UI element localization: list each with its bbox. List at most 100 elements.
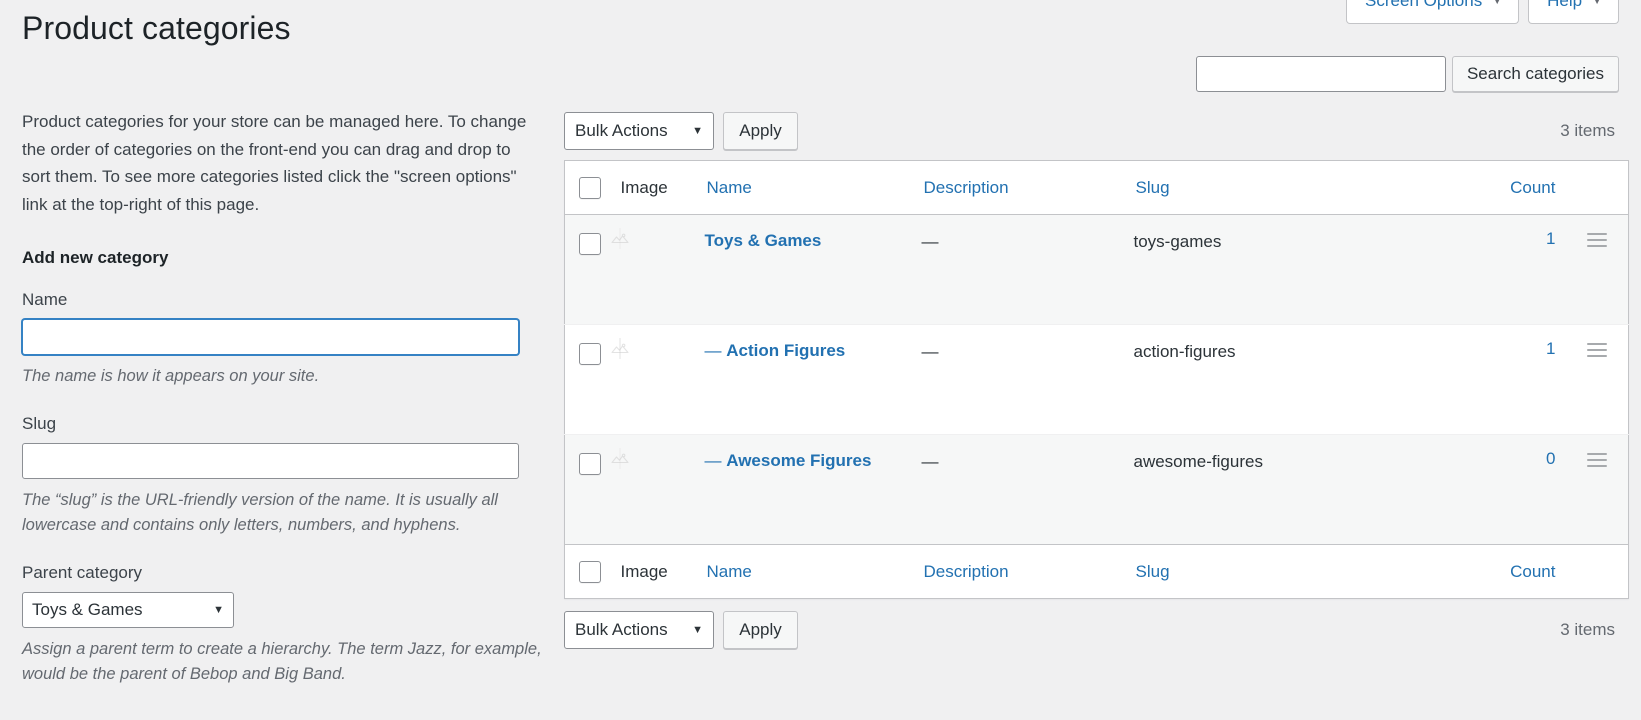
category-name-link[interactable]: Toys & Games (705, 231, 822, 250)
row-handle-cell (1566, 215, 1629, 325)
row-name-cell: — Action Figures (704, 324, 922, 435)
name-input[interactable] (22, 319, 519, 356)
row-checkbox[interactable] (579, 453, 601, 475)
row-count-cell: 1 (1385, 324, 1566, 435)
column-footer-slug[interactable]: Slug (1133, 544, 1386, 599)
row-handle-cell (1565, 434, 1628, 545)
parent-category-label: Parent category (22, 562, 143, 582)
slug-field-label: Slug (22, 413, 57, 433)
category-description: — (921, 232, 939, 251)
tablenav-top: Bulk Actions ▼ Apply 3 items (564, 108, 1619, 154)
image-placeholder-icon (610, 233, 629, 243)
search-categories-button[interactable]: Search categories (1451, 56, 1619, 92)
apply-button-bottom[interactable]: Apply (723, 611, 798, 649)
row-image-cell (610, 324, 705, 435)
category-count-link[interactable]: 1 (1546, 339, 1555, 358)
bulk-actions-select-top[interactable]: Bulk Actions (564, 112, 714, 150)
column-footer-image: Image (618, 544, 705, 599)
chevron-down-icon: ▼ (1592, 0, 1602, 7)
select-all-checkbox-top[interactable] (579, 176, 601, 199)
category-description: — (921, 342, 939, 361)
slug-field-description: The “slug” is the URL-friendly version o… (22, 490, 498, 535)
column-header-count[interactable]: Count (1385, 160, 1566, 215)
column-footer-count[interactable]: Count (1385, 544, 1566, 599)
help-label: Help (1547, 0, 1583, 10)
bulk-actions-select-wrap-bottom: Bulk Actions ▼ (564, 611, 714, 649)
product-categories-table: Image Name Description Slug Count Toys &… (564, 160, 1629, 599)
category-thumbnail (610, 338, 629, 359)
category-slug: action-figures (1133, 342, 1236, 361)
hierarchy-dash: — (704, 341, 727, 360)
items-count-top: 3 items (1560, 121, 1615, 140)
table-row: Toys & Games — toys-games 1 (564, 214, 1629, 325)
column-header-name[interactable]: Name (704, 160, 922, 215)
bulk-actions-selected-value: Bulk Actions (575, 121, 668, 140)
table-body: Toys & Games — toys-games 1 — Action Figures… (564, 214, 1629, 545)
row-checkbox[interactable] (579, 233, 601, 255)
parent-category-select[interactable]: Toys & Games (22, 591, 234, 628)
help-button[interactable]: Help ▼ (1528, 0, 1619, 24)
search-form: Search categories (1195, 56, 1619, 92)
category-thumbnail (610, 228, 629, 249)
table-head: Image Name Description Slug Count (564, 160, 1628, 215)
column-footer-handle (1565, 544, 1628, 599)
search-input[interactable] (1195, 56, 1446, 92)
apply-button-top[interactable]: Apply (723, 112, 798, 150)
screen-options-label: Screen Options (1365, 0, 1483, 10)
table-foot: Image Name Description Slug Count (564, 544, 1628, 599)
row-image-cell (610, 434, 705, 545)
row-description-cell: — (921, 434, 1134, 545)
column-header-handle (1565, 160, 1628, 215)
intro-text: Product categories for your store can be… (22, 112, 527, 214)
drag-handle-icon[interactable] (1586, 229, 1607, 247)
column-header-image: Image (618, 160, 705, 215)
row-count-cell: 0 (1385, 434, 1566, 545)
row-handle-cell (1565, 324, 1628, 435)
row-count-cell: 1 (1386, 215, 1566, 325)
name-field-description: The name is how it appears on your site. (22, 367, 320, 386)
categories-list-panel: Bulk Actions ▼ Apply 3 items Image Name … (564, 108, 1629, 653)
category-name-text: Awesome Figures (726, 451, 872, 470)
drag-handle-icon[interactable] (1586, 339, 1607, 357)
screen-meta-links: Screen Options ▼ Help ▼ (1346, 0, 1619, 24)
table-row: — Awesome Figures — awesome-figures 0 (564, 434, 1628, 545)
category-name-text: Toys & Games (704, 231, 822, 250)
column-header-slug[interactable]: Slug (1133, 160, 1386, 215)
category-slug: toys-games (1133, 232, 1222, 251)
slug-input[interactable] (22, 442, 519, 479)
select-all-footer (564, 544, 619, 599)
row-slug-cell: toys-games (1134, 215, 1386, 325)
column-footer-description[interactable]: Description (921, 544, 1134, 599)
select-all-header (564, 160, 619, 215)
chevron-down-icon: ▼ (1492, 0, 1503, 7)
hierarchy-dash: — (704, 451, 727, 470)
add-category-panel: Product categories for your store can be… (22, 108, 542, 712)
name-field-label: Name (22, 290, 68, 310)
select-all-checkbox-bottom[interactable] (579, 560, 601, 583)
table-row: — Action Figures — action-figures 1 (564, 324, 1628, 435)
category-count-link[interactable]: 1 (1546, 229, 1555, 248)
parent-category-description: Assign a parent term to create a hierarc… (22, 639, 542, 684)
category-name-link[interactable]: — Awesome Figures (705, 451, 872, 470)
parent-category-select-wrap: Toys & Games ▼ (22, 591, 234, 628)
bulk-actions-selected-value: Bulk Actions (575, 620, 668, 639)
row-name-cell: Toys & Games (705, 215, 922, 325)
category-slug: awesome-figures (1133, 452, 1263, 471)
page-title: Product categories (22, 10, 291, 46)
items-count-bottom: 3 items (1560, 620, 1615, 639)
drag-handle-icon[interactable] (1586, 449, 1607, 467)
image-placeholder-icon (610, 453, 629, 463)
category-name-link[interactable]: — Action Figures (705, 341, 846, 360)
column-header-description[interactable]: Description (921, 160, 1134, 215)
screen-options-button[interactable]: Screen Options ▼ (1346, 0, 1520, 24)
row-checkbox[interactable] (579, 343, 601, 365)
column-footer-name[interactable]: Name (704, 544, 922, 599)
row-name-cell: — Awesome Figures (704, 434, 922, 545)
row-description-cell: — (922, 215, 1134, 325)
bulk-actions-select-bottom[interactable]: Bulk Actions (564, 611, 714, 649)
row-description-cell: — (921, 324, 1134, 435)
table-footer-row: Image Name Description Slug Count (564, 544, 1628, 599)
category-count-link[interactable]: 0 (1546, 449, 1555, 468)
row-slug-cell: action-figures (1133, 324, 1386, 435)
parent-category-selected-value: Toys & Games (32, 599, 143, 619)
